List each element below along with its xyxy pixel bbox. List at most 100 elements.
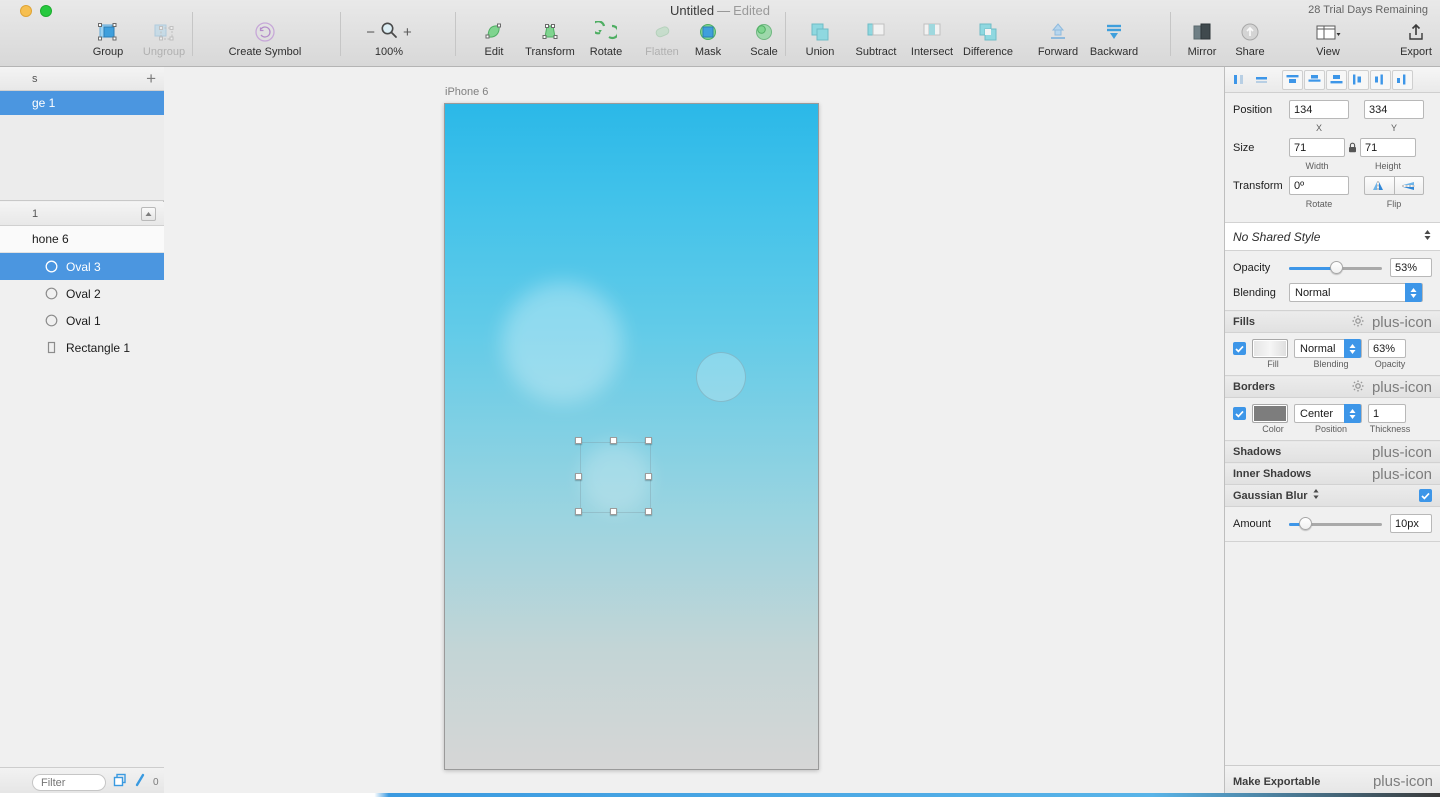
- blur-title-group[interactable]: Gaussian Blur: [1233, 488, 1320, 503]
- selection-handle-bottom-left[interactable]: [575, 508, 582, 515]
- intersect-button[interactable]: Intersect: [904, 20, 960, 58]
- mirror-button[interactable]: Mirror: [1178, 20, 1226, 58]
- distribute-left-icon[interactable]: [1348, 69, 1369, 90]
- align-top-icon[interactable]: [1282, 69, 1303, 90]
- selection-handle-top-center[interactable]: [610, 437, 617, 444]
- add-page-button[interactable]: +: [146, 70, 156, 87]
- align-bottom-icon[interactable]: [1326, 69, 1347, 90]
- flip-horizontal-icon[interactable]: [1364, 176, 1395, 195]
- share-button[interactable]: Share: [1226, 20, 1274, 58]
- layer-row-oval-2[interactable]: Oval 2: [0, 280, 164, 307]
- zoom-out-button[interactable]: −: [366, 24, 375, 41]
- fill-color-swatch[interactable]: [1252, 339, 1288, 358]
- border-thickness-input[interactable]: [1368, 404, 1406, 423]
- minimize-button[interactable]: [20, 5, 32, 17]
- fill-blending-select[interactable]: Normal: [1294, 339, 1362, 358]
- size-height-input[interactable]: [1360, 138, 1416, 157]
- border-position-select[interactable]: Center: [1294, 404, 1362, 423]
- align-left-icon[interactable]: [1229, 70, 1250, 90]
- lock-icon[interactable]: [1346, 142, 1359, 153]
- border-enabled-checkbox[interactable]: [1233, 407, 1246, 420]
- blur-amount-slider[interactable]: [1289, 516, 1382, 531]
- blending-stepper-icon[interactable]: [1405, 283, 1422, 302]
- pen-icon[interactable]: [134, 773, 146, 792]
- make-exportable-add-button[interactable]: plus-icon: [1373, 774, 1433, 789]
- edit-button[interactable]: Edit: [466, 20, 522, 58]
- border-color-swatch[interactable]: [1252, 404, 1288, 423]
- opacity-slider-knob[interactable]: [1329, 260, 1343, 274]
- layer-row-rectangle-1[interactable]: Rectangle 1: [0, 334, 164, 361]
- add-inner-shadow-button[interactable]: plus-icon: [1372, 467, 1432, 482]
- blending-select[interactable]: Normal: [1289, 283, 1423, 302]
- filter-input[interactable]: [32, 774, 106, 791]
- distribute-right-icon[interactable]: [1392, 69, 1413, 90]
- selection-handle-top-right[interactable]: [645, 437, 652, 444]
- selection-handle-middle-right[interactable]: [645, 473, 652, 480]
- oval-1-shape[interactable]: [502, 282, 623, 403]
- gear-icon[interactable]: [1352, 380, 1364, 395]
- create-symbol-button[interactable]: Create Symbol: [225, 20, 305, 58]
- inner-shadows-header[interactable]: Inner Shadows plus-icon: [1225, 463, 1440, 485]
- gear-icon[interactable]: [1352, 315, 1364, 330]
- canvas-area[interactable]: iPhone 6: [164, 67, 1224, 797]
- page-item[interactable]: ge 1: [0, 91, 164, 115]
- opacity-input[interactable]: [1390, 258, 1432, 277]
- forward-button[interactable]: Forward: [1030, 20, 1086, 58]
- oval-2-shape[interactable]: [696, 352, 746, 402]
- union-button[interactable]: Union: [792, 20, 848, 58]
- backward-button[interactable]: Backward: [1086, 20, 1142, 58]
- selection-handle-bottom-right[interactable]: [645, 508, 652, 515]
- align-center-horizontal-icon[interactable]: [1251, 70, 1272, 90]
- dock-strip: [0, 793, 1440, 797]
- blur-enabled-checkbox[interactable]: [1419, 489, 1432, 502]
- mask-button[interactable]: Mask: [680, 20, 736, 58]
- selection-handle-middle-left[interactable]: [575, 473, 582, 480]
- position-x-input[interactable]: [1289, 100, 1349, 119]
- layer-row-oval-3[interactable]: Oval 3: [0, 253, 164, 280]
- ungroup-button[interactable]: Ungroup: [136, 20, 192, 58]
- align-middle-icon[interactable]: [1304, 69, 1325, 90]
- subtract-button[interactable]: Subtract: [848, 20, 904, 58]
- share-icon: [1239, 20, 1261, 44]
- add-border-button[interactable]: plus-icon: [1372, 380, 1432, 395]
- zoom-window-button[interactable]: [40, 5, 52, 17]
- collapse-layers-button[interactable]: [141, 206, 156, 221]
- size-width-input[interactable]: [1289, 138, 1345, 157]
- group-button[interactable]: Group: [80, 20, 136, 58]
- blur-slider-knob[interactable]: [1299, 516, 1313, 530]
- artboard-iphone-6[interactable]: [444, 103, 819, 770]
- distribute-center-icon[interactable]: [1370, 69, 1391, 90]
- selection-handle-top-left[interactable]: [575, 437, 582, 444]
- zoom-in-button[interactable]: +: [403, 24, 412, 41]
- view-button[interactable]: View: [1300, 20, 1356, 58]
- add-fill-button[interactable]: plus-icon: [1372, 315, 1432, 330]
- artboard-name-label[interactable]: iPhone 6: [445, 86, 488, 98]
- transform-button[interactable]: Transform: [522, 20, 578, 58]
- chevron-updown-icon[interactable]: [1312, 488, 1320, 503]
- border-row: Center: [1225, 398, 1440, 424]
- difference-button[interactable]: Difference: [960, 20, 1016, 58]
- layer-count-label: 0: [153, 777, 159, 788]
- export-button[interactable]: Export: [1388, 20, 1440, 58]
- fill-blending-caption: Blending: [1313, 359, 1349, 369]
- border-position-stepper-icon[interactable]: [1344, 404, 1361, 423]
- add-shadow-button[interactable]: plus-icon: [1372, 445, 1432, 460]
- zoom-control[interactable]: − + 100%: [358, 20, 420, 58]
- fill-enabled-checkbox[interactable]: [1233, 342, 1246, 355]
- shared-style-select[interactable]: No Shared Style: [1225, 223, 1440, 251]
- transform-icon: [539, 20, 561, 44]
- fill-blending-stepper-icon[interactable]: [1344, 339, 1361, 358]
- opacity-slider[interactable]: [1289, 260, 1382, 275]
- selection-handle-bottom-center[interactable]: [610, 508, 617, 515]
- fill-opacity-input[interactable]: [1368, 339, 1406, 358]
- artboard-row[interactable]: hone 6: [0, 226, 164, 253]
- blur-amount-input[interactable]: [1390, 514, 1432, 533]
- duplicate-icon[interactable]: [113, 773, 127, 792]
- rotate-input[interactable]: [1289, 176, 1349, 195]
- position-y-input[interactable]: [1364, 100, 1424, 119]
- scale-button[interactable]: Scale: [736, 20, 792, 58]
- layer-row-oval-1[interactable]: Oval 1: [0, 307, 164, 334]
- rotate-button[interactable]: Rotate: [578, 20, 634, 58]
- flip-vertical-icon[interactable]: [1394, 176, 1424, 195]
- shadows-header[interactable]: Shadows plus-icon: [1225, 441, 1440, 463]
